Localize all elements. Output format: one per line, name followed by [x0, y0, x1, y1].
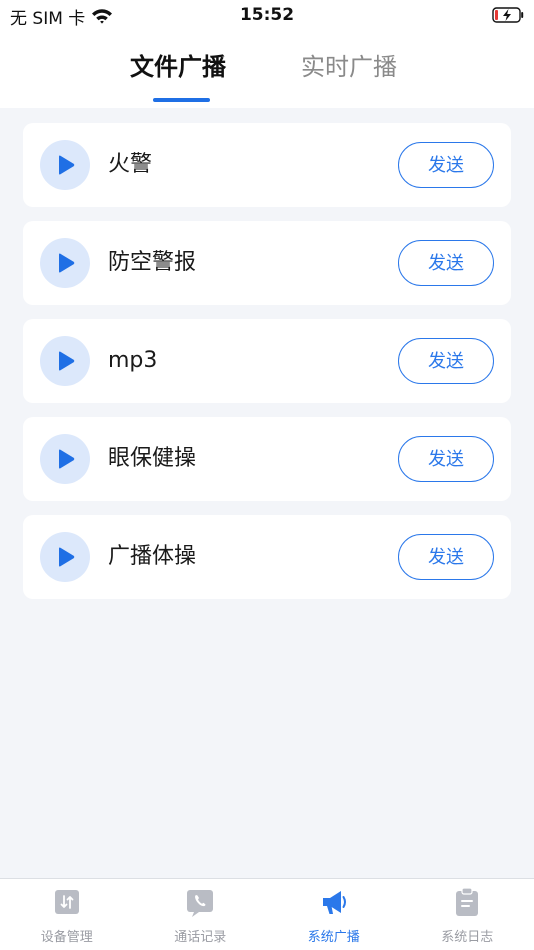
- file-name: mp3: [108, 348, 158, 373]
- play-icon: [59, 449, 75, 469]
- play-button[interactable]: [40, 336, 90, 386]
- nav-label: 系统日志: [441, 930, 494, 945]
- nav-system-broadcast[interactable]: 系统广播: [267, 879, 401, 950]
- send-button[interactable]: 发送: [398, 338, 494, 384]
- status-bar: 无 SIM 卡 15:52: [0, 0, 534, 32]
- nav-device-manage[interactable]: 设备管理: [0, 879, 134, 950]
- nav-label: 通话记录: [174, 930, 227, 945]
- tab-live-broadcast[interactable]: 实时广播: [301, 50, 397, 84]
- play-button[interactable]: [40, 532, 90, 582]
- nav-system-log[interactable]: 系统日志: [401, 879, 534, 950]
- megaphone-icon: [322, 891, 346, 914]
- send-button[interactable]: 发送: [398, 240, 494, 286]
- phone-icon: [187, 890, 214, 917]
- device-manage-icon: [54, 890, 79, 914]
- list-item: 防空警报 发送: [23, 221, 511, 305]
- status-time: 15:52: [239, 5, 295, 25]
- play-button[interactable]: [40, 434, 90, 484]
- tab-file-broadcast[interactable]: 文件广播: [130, 50, 226, 84]
- nav-call-records[interactable]: 通话记录: [134, 879, 268, 950]
- send-button[interactable]: 发送: [398, 436, 494, 482]
- play-icon: [59, 155, 75, 175]
- list-item: 广播体操 发送: [23, 515, 511, 599]
- file-name: 眼保健操: [108, 446, 197, 471]
- play-icon: [59, 547, 75, 567]
- file-name: 广播体操: [108, 544, 197, 569]
- nav-label: 设备管理: [40, 930, 93, 945]
- list-item: 眼保健操 发送: [23, 417, 511, 501]
- file-name: 火警: [108, 152, 153, 177]
- play-icon: [59, 253, 75, 273]
- broadcast-tabs: 文件广播 实时广播: [0, 32, 534, 108]
- bottom-tab-bar: 设备管理 通话记录 系统广播 系统日志: [0, 878, 534, 950]
- play-button[interactable]: [40, 140, 90, 190]
- list-item: 火警 发送: [23, 123, 511, 207]
- battery-charging-icon: [492, 7, 524, 23]
- file-list: 火警 发送 防空警报 发送 mp3 发送 眼保健操 发送 广播体操 发送: [23, 123, 511, 613]
- clipboard-icon: [456, 887, 479, 916]
- play-button[interactable]: [40, 238, 90, 288]
- send-button[interactable]: 发送: [398, 534, 494, 580]
- active-tab-indicator: [153, 98, 210, 102]
- play-icon: [59, 351, 75, 371]
- send-button[interactable]: 发送: [398, 142, 494, 188]
- file-name: 防空警报: [108, 250, 197, 275]
- list-item: mp3 发送: [23, 319, 511, 403]
- nav-label: 系统广播: [307, 930, 360, 945]
